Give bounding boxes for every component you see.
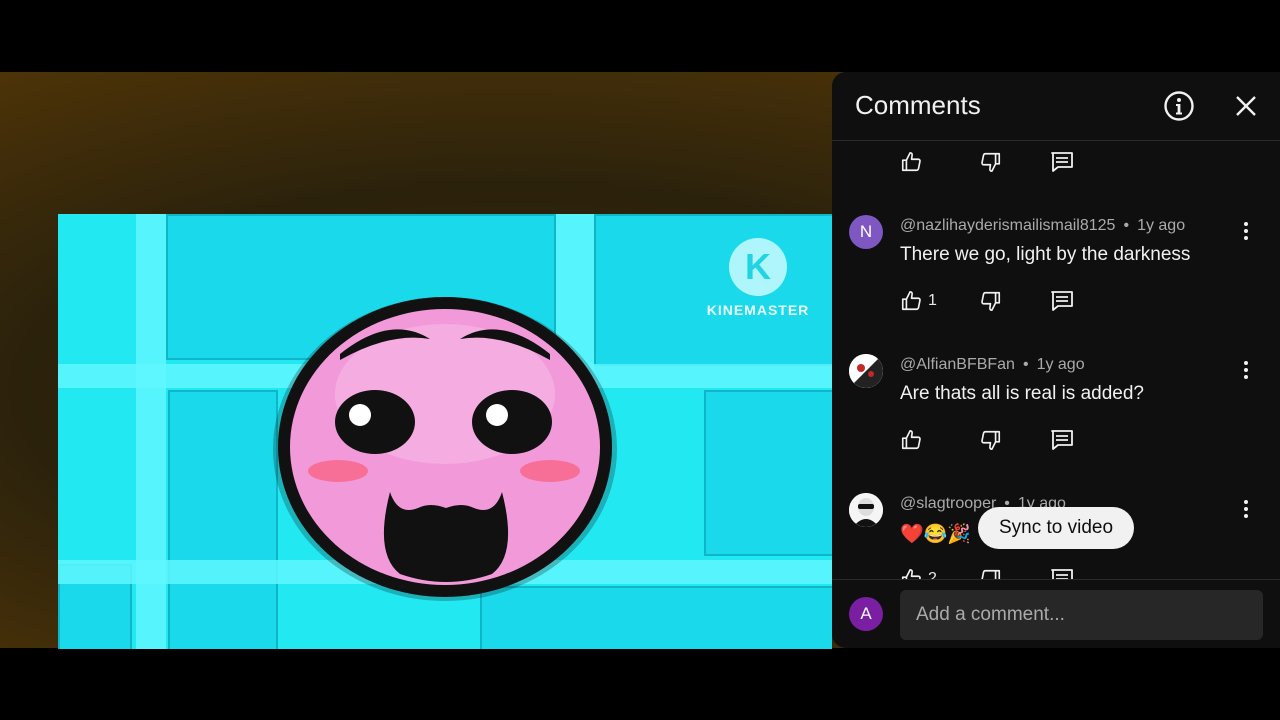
like-button[interactable]: 2 bbox=[900, 568, 980, 579]
pink-face-character bbox=[270, 294, 620, 604]
kinemaster-watermark: K KINEMASTER bbox=[706, 238, 810, 318]
comment-author[interactable]: @AlfianBFBFan bbox=[900, 356, 1015, 373]
reply-button[interactable] bbox=[1050, 568, 1074, 579]
comment-author[interactable]: @slagtrooper bbox=[900, 495, 996, 512]
reply-icon bbox=[1051, 291, 1073, 311]
add-comment-input[interactable] bbox=[900, 590, 1263, 640]
bg-tile bbox=[168, 390, 278, 649]
video-frame[interactable]: K KINEMASTER bbox=[58, 214, 832, 649]
thumbs-down-icon bbox=[981, 152, 1001, 172]
avatar-image bbox=[849, 493, 883, 527]
user-avatar[interactable]: A bbox=[849, 597, 883, 631]
comment-text: Are thats all is real is added? bbox=[900, 383, 1144, 404]
comment-composer: A bbox=[832, 579, 1280, 649]
dislike-button[interactable] bbox=[980, 290, 1050, 312]
comment-actions bbox=[900, 425, 1074, 455]
kinemaster-logo-letter: K bbox=[745, 246, 771, 287]
thumbs-up-icon bbox=[901, 569, 921, 579]
more-options-icon[interactable] bbox=[1236, 497, 1256, 521]
info-icon[interactable] bbox=[1163, 90, 1195, 122]
user-avatar-letter: A bbox=[860, 604, 872, 623]
reply-button[interactable] bbox=[1050, 429, 1074, 451]
more-options-icon[interactable] bbox=[1236, 358, 1256, 382]
dislike-button[interactable] bbox=[980, 568, 1050, 579]
meta-separator: • bbox=[1022, 356, 1029, 373]
thumbs-up-icon bbox=[901, 291, 921, 311]
thumbs-down-icon bbox=[981, 569, 1001, 579]
more-options-icon[interactable] bbox=[1236, 219, 1256, 243]
like-count: 2 bbox=[928, 570, 937, 579]
comments-header: Comments bbox=[832, 72, 1280, 141]
reply-icon bbox=[1051, 152, 1073, 172]
comment-meta: @AlfianBFBFan • 1y ago bbox=[900, 356, 1085, 374]
avatar[interactable] bbox=[849, 354, 883, 388]
like-count: 1 bbox=[928, 292, 937, 309]
kinemaster-logo-icon: K bbox=[729, 238, 787, 296]
comment-actions bbox=[900, 147, 1074, 177]
comment-actions: 1 bbox=[900, 286, 1074, 316]
comment-item: N @nazlihayderismailismail8125 • 1y ago Th… bbox=[832, 211, 1280, 351]
avatar-image bbox=[849, 354, 883, 388]
avatar-letter: N bbox=[859, 222, 873, 241]
reply-icon bbox=[1051, 430, 1073, 450]
comments-list[interactable]: N @nazlihayderismailismail8125 • 1y ago Th… bbox=[832, 141, 1280, 579]
thumbs-down-icon bbox=[981, 291, 1001, 311]
comments-title: Comments bbox=[855, 90, 981, 120]
reply-icon bbox=[1051, 569, 1073, 579]
sync-to-video-chip[interactable]: Sync to video bbox=[978, 507, 1134, 549]
like-button[interactable] bbox=[900, 429, 980, 451]
comments-panel: Comments N @nazlihayderismailismail8125 … bbox=[832, 72, 1280, 648]
comment-time[interactable]: 1y ago bbox=[1037, 356, 1085, 373]
meta-separator: • bbox=[1123, 217, 1130, 234]
avatar[interactable]: N bbox=[849, 215, 883, 249]
bg-tile bbox=[704, 390, 832, 556]
reply-button[interactable] bbox=[1050, 290, 1074, 312]
thumbs-up-icon bbox=[901, 430, 921, 450]
thumbs-up-icon bbox=[901, 152, 921, 172]
comment-actions: 2 bbox=[900, 564, 1074, 579]
like-button[interactable]: 1 bbox=[900, 290, 980, 312]
dislike-button[interactable] bbox=[980, 151, 1050, 173]
comment-text: There we go, light by the darkness bbox=[900, 244, 1191, 265]
like-button[interactable] bbox=[900, 151, 980, 173]
close-icon[interactable] bbox=[1230, 90, 1262, 122]
kinemaster-text: KINEMASTER bbox=[706, 302, 810, 318]
dislike-button[interactable] bbox=[980, 429, 1050, 451]
comment-time[interactable]: 1y ago bbox=[1137, 217, 1185, 234]
thumbs-down-icon bbox=[981, 430, 1001, 450]
comment-author[interactable]: @nazlihayderismailismail8125 bbox=[900, 217, 1115, 234]
reply-button[interactable] bbox=[1050, 151, 1074, 173]
comment-text: ❤️😂🎉 bbox=[900, 524, 971, 545]
avatar[interactable] bbox=[849, 493, 883, 527]
comment-item: @AlfianBFBFan • 1y ago Are thats all is re… bbox=[832, 350, 1280, 490]
comment-meta: @nazlihayderismailismail8125 • 1y ago bbox=[900, 217, 1185, 235]
